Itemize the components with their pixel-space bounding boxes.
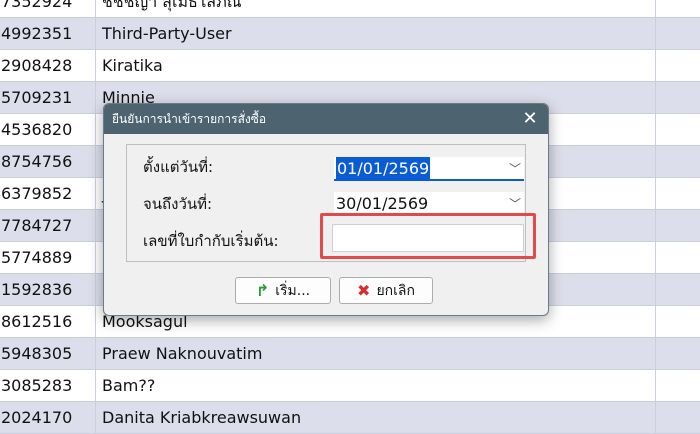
empty-cell — [656, 402, 700, 433]
id-cell: 4992351 — [0, 18, 96, 49]
start-button[interactable]: ↱ เริ่ม... — [235, 277, 331, 304]
table-row[interactable]: 5948305 Praew Naknouvatim — [0, 338, 700, 370]
empty-cell — [656, 338, 700, 369]
table-row[interactable]: 2024170 Danita Kriabkreawsuwan — [0, 402, 700, 434]
empty-cell — [656, 178, 700, 209]
dialog-titlebar: ยืนยันการนำเข้ารายการสั่งซื้อ ✕ — [104, 104, 548, 134]
empty-cell — [656, 210, 700, 241]
id-cell: 5948305 — [0, 338, 96, 369]
to-date-value: 30/01/2569 — [336, 194, 429, 213]
close-icon[interactable]: ✕ — [518, 107, 542, 131]
empty-cell — [656, 306, 700, 337]
name-cell: Danita Kriabkreawsuwan — [96, 402, 656, 433]
cancel-x-icon: ✖ — [357, 281, 371, 300]
arrow-forward-icon: ↱ — [255, 281, 270, 300]
empty-cell — [656, 114, 700, 145]
table-row[interactable]: 3085283 Bam?? — [0, 370, 700, 402]
to-date-combo[interactable]: 30/01/2569 ﹀ — [334, 192, 524, 216]
id-cell: 8754756 — [0, 146, 96, 177]
name-cell: Praew Naknouvatim — [96, 338, 656, 369]
table-row[interactable]: 7352924 ชัชชญา สุเมธโสภณ — [0, 0, 700, 18]
id-cell: 3085283 — [0, 370, 96, 401]
start-button-label: เริ่ม... — [275, 282, 311, 299]
focus-underline — [334, 179, 524, 181]
empty-cell — [656, 370, 700, 401]
to-date-label: จนถึงวันที่: — [143, 195, 213, 213]
empty-cell — [656, 50, 700, 81]
id-cell: 8612516 — [0, 306, 96, 337]
from-date-value: 01/01/2569 — [336, 157, 431, 181]
import-confirm-dialog: ยืนยันการนำเข้ารายการสั่งซื้อ ✕ ตั้งแต่ว… — [103, 103, 549, 316]
empty-cell — [656, 0, 700, 17]
start-receipt-input[interactable] — [332, 224, 524, 252]
chevron-down-icon[interactable]: ﹀ — [508, 157, 522, 181]
dialog-title: ยืนยันการนำเข้ารายการสั่งซื้อ — [112, 112, 267, 126]
name-cell: Bam?? — [96, 370, 656, 401]
name-cell: Third-Party-User — [96, 18, 656, 49]
empty-cell — [656, 146, 700, 177]
name-cell: ชัชชญา สุเมธโสภณ — [96, 0, 656, 17]
id-cell: 1592836 — [0, 274, 96, 305]
empty-cell — [656, 242, 700, 273]
id-cell: 7352924 — [0, 0, 96, 17]
cancel-button-label: ยกเลิก — [376, 282, 415, 299]
table-row[interactable]: 4992351 Third-Party-User — [0, 18, 700, 50]
from-date-label: ตั้งแต่วันที่: — [143, 158, 214, 176]
date-range-group: ตั้งแต่วันที่: 01/01/2569 ﹀ จนถึงวันที่:… — [126, 144, 526, 262]
start-receipt-label: เลขที่ใบกำกับเริ่มต้น: — [143, 232, 279, 250]
id-cell: 2908428 — [0, 50, 96, 81]
id-cell: 5774889 — [0, 242, 96, 273]
id-cell: 6379852 — [0, 178, 96, 209]
empty-cell — [656, 274, 700, 305]
from-date-combo[interactable]: 01/01/2569 ﹀ — [334, 157, 524, 181]
empty-cell — [656, 82, 700, 113]
id-cell: 7784727 — [0, 210, 96, 241]
id-cell: 4536820 — [0, 114, 96, 145]
name-cell: Kiratika — [96, 50, 656, 81]
chevron-down-icon[interactable]: ﹀ — [508, 192, 522, 216]
id-cell: 2024170 — [0, 402, 96, 433]
id-cell: 5709231 — [0, 82, 96, 113]
table-row[interactable]: 2908428 Kiratika — [0, 50, 700, 82]
cancel-button[interactable]: ✖ ยกเลิก — [339, 277, 433, 304]
empty-cell — [656, 18, 700, 49]
